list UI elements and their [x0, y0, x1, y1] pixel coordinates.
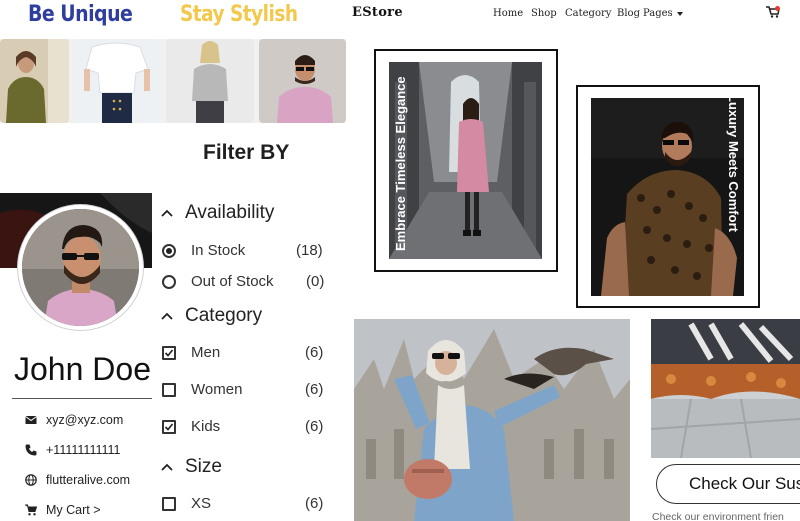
divider — [12, 398, 152, 399]
thumbnail-4[interactable] — [259, 39, 346, 123]
profile-name: John Doe — [14, 351, 151, 387]
phone-icon — [25, 444, 37, 456]
nav-category[interactable]: Category — [565, 8, 611, 19]
promo-caption-left: Embrace Timeless Elegance — [393, 76, 408, 251]
side-photo[interactable] — [651, 319, 800, 458]
size-heading[interactable]: Size — [185, 456, 222, 478]
cart-icon — [25, 504, 37, 516]
filter-title: Filter BY — [203, 141, 290, 164]
checkbox-women[interactable] — [162, 383, 176, 397]
thumbnail-2[interactable] — [74, 39, 161, 123]
checkbox-kids[interactable] — [162, 420, 176, 434]
option-men-label: Men — [191, 344, 221, 361]
checkbox-xs[interactable] — [162, 497, 176, 511]
chevron-down-icon — [676, 11, 683, 16]
hero-photo[interactable] — [354, 319, 630, 521]
thumbnail-strip — [0, 39, 346, 123]
option-in-stock-label: In Stock — [191, 242, 246, 259]
nav-blog[interactable]: Blog — [617, 8, 640, 19]
promo-image-right — [591, 98, 744, 296]
promo-caption-right: Luxury Meets Comfort — [726, 94, 741, 232]
profile-email[interactable]: xyz@xyz.com — [46, 413, 123, 427]
nav-pages-label: Pages — [643, 8, 673, 19]
option-kids-label: Kids — [191, 418, 221, 435]
brand-logo[interactable]: EStore — [352, 5, 403, 20]
chevron-up-icon[interactable] — [161, 209, 173, 217]
profile-phone[interactable]: +11111111111 — [46, 443, 121, 457]
option-xs-label: XS — [191, 495, 212, 512]
cart-badge — [775, 6, 780, 11]
availability-heading[interactable]: Availability — [185, 202, 274, 224]
option-out-of-stock-label: Out of Stock — [191, 273, 274, 290]
tagline-be-unique: Be Unique — [28, 2, 133, 27]
cta-subtext: Check our environment frien — [652, 511, 784, 521]
avatar[interactable] — [18, 205, 143, 330]
option-men-count: (6) — [305, 344, 324, 361]
radio-out-of-stock[interactable] — [162, 275, 176, 289]
email-icon — [25, 416, 37, 424]
chevron-up-icon[interactable] — [161, 312, 173, 320]
category-heading[interactable]: Category — [185, 305, 262, 327]
chevron-up-icon[interactable] — [161, 463, 173, 471]
check-our-button[interactable]: Check Our Sus — [656, 464, 800, 504]
profile-cart-link[interactable]: My Cart > — [46, 503, 101, 517]
radio-in-stock[interactable] — [162, 244, 176, 258]
thumbnail-3[interactable] — [166, 39, 254, 123]
globe-icon — [25, 474, 37, 486]
option-women-count: (6) — [305, 381, 324, 398]
option-women-label: Women — [191, 381, 243, 398]
nav-home[interactable]: Home — [493, 8, 523, 19]
nav-shop[interactable]: Shop — [531, 8, 557, 19]
option-xs-count: (6) — [305, 495, 324, 512]
promo-image-left — [389, 62, 542, 259]
checkbox-men[interactable] — [162, 346, 176, 360]
option-out-of-stock-count: (0) — [306, 273, 325, 290]
option-in-stock-count: (18) — [296, 242, 323, 259]
nav-pages[interactable]: Pages — [643, 8, 683, 19]
tagline-stay-stylish: Stay Stylish — [180, 2, 298, 27]
profile-website[interactable]: flutteralive.com — [46, 473, 130, 487]
option-kids-count: (6) — [305, 418, 324, 435]
thumbnail-1[interactable] — [0, 39, 69, 123]
